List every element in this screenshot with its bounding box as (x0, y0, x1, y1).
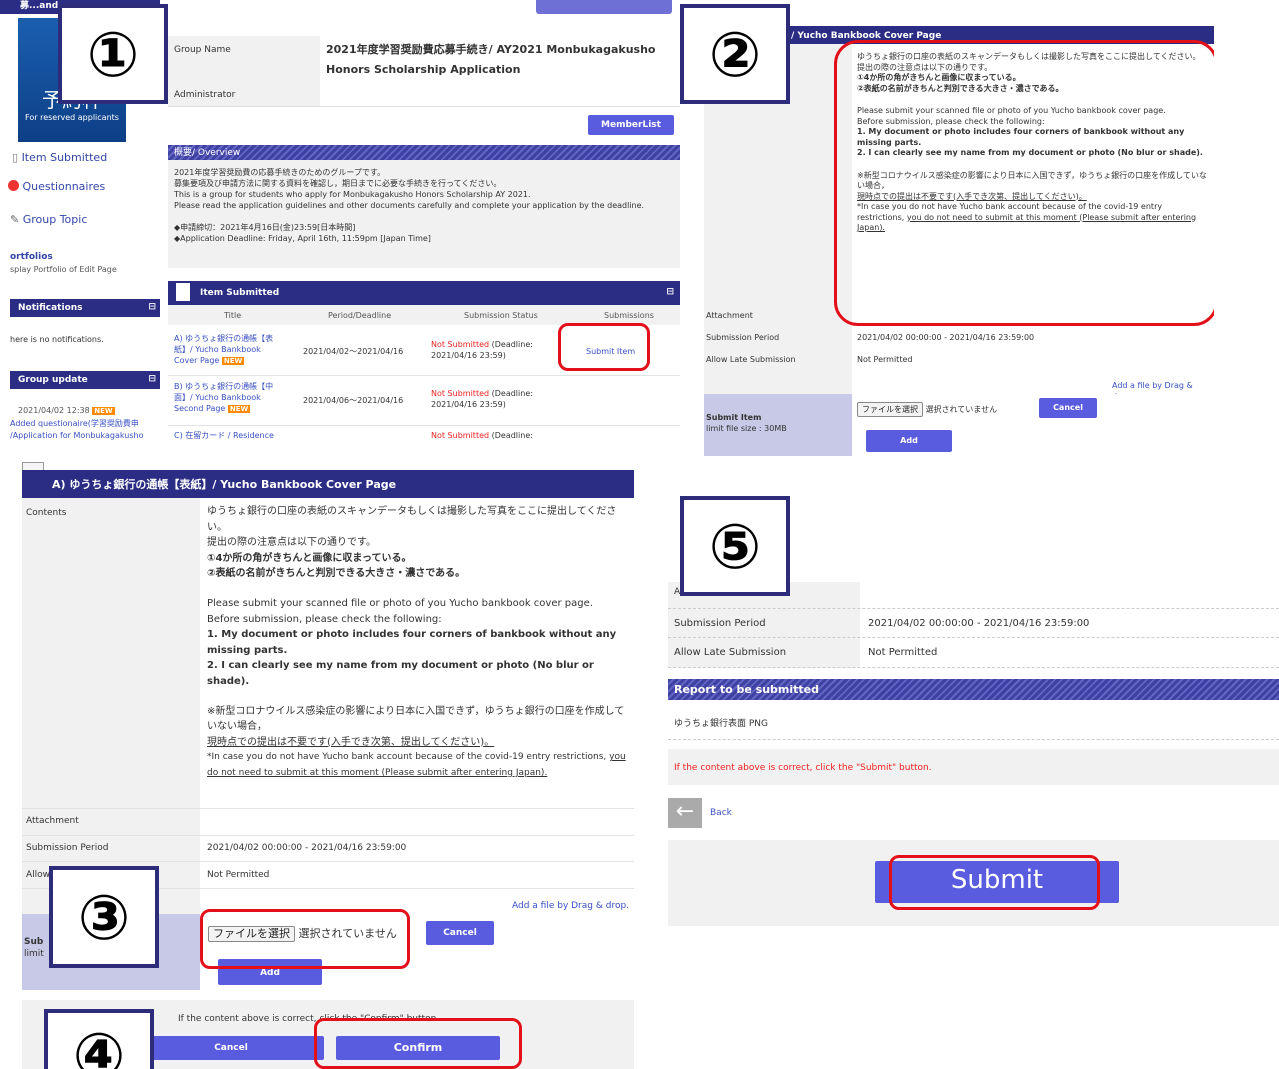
group-update-link[interactable]: Added questionaire(学習奨励費申 (10, 418, 139, 429)
questionnaire-icon (8, 180, 19, 191)
period: 2021/04/06～2021/04/16 (303, 396, 404, 405)
table-row: B) ゆうちょ銀行の通帳【中 面】/ Yucho Bankbook Second P… (168, 376, 680, 426)
period-label: Submission Period (26, 843, 109, 853)
back-arrow-icon[interactable]: ← (668, 798, 702, 828)
submit-label: Submit Item limit file size : 30MB (706, 413, 787, 433)
sidebar-item-submitted[interactable]: ▯ Item Submitted (12, 150, 107, 165)
new-badge: NEW (221, 357, 245, 365)
cancel-bottom-button[interactable]: Cancel (138, 1036, 324, 1060)
contents-label: Contents (26, 508, 67, 518)
panel-group-page: 募...and 2 奨 Monbu Schol 予約枠 For reserved… (0, 0, 684, 442)
sidebar-group-topic[interactable]: ✎ Group Topic (10, 212, 87, 227)
highlight-file-input (200, 909, 410, 969)
status: Not Submitted (Deadline: 2021/04/16 23:59… (431, 340, 533, 360)
late-label: Allow Late Submission (674, 647, 787, 658)
collapse-icon[interactable]: ⊟ (148, 301, 156, 313)
submit-label: Sub limit (24, 937, 44, 959)
late-label: Allow Late Submission (706, 355, 796, 364)
group-name-label-cell: Group Name (168, 36, 320, 84)
table-row: C) 在留カード / Residence Not Submitted (Dead… (168, 426, 680, 442)
late-value: Not Permitted (868, 647, 938, 658)
sidebar-questionnaires[interactable]: Questionnaires (8, 179, 105, 194)
items-header: Item Submitted ⊟ (168, 281, 680, 305)
late-value: Not Permitted (207, 870, 270, 880)
period-value: 2021/04/02 00:00:00 - 2021/04/16 23:59:0… (207, 843, 407, 853)
overview-header: 概要/ Overview (168, 145, 680, 160)
document-icon (176, 283, 190, 301)
step-2-badge: ② (680, 4, 790, 104)
notifications-body: here is no notifications. (10, 335, 104, 344)
cancel-button[interactable]: Cancel (426, 921, 494, 945)
attachment-label: Attachment (26, 816, 79, 826)
panel-item-detail: 銀行の通帳【表紙】/ Yucho Bankbook Cover Page ゆうち… (680, 0, 1214, 472)
item-title-link[interactable]: C) 在留カード / Residence (174, 430, 274, 441)
period-value: 2021/04/02 00:00:00 - 2021/04/16 23:59:0… (868, 618, 1090, 629)
highlight-confirm (314, 1018, 522, 1069)
add-button[interactable]: Add (866, 430, 952, 452)
overview-body: 2021年度学習奨励費の応募手続きのためのグループです。 募集要項及び申請方法に関… (168, 160, 680, 268)
group-update-link-2[interactable]: /Application for Monbukagakusho (10, 430, 143, 441)
item-title-bar: A) ゆうちょ銀行の通帳【表紙】/ Yucho Bankbook Cover P… (22, 470, 634, 498)
step-5-badge: ⑤ (680, 496, 790, 596)
new-badge: NEW (92, 407, 115, 415)
portfolios-link[interactable]: ortfolios (10, 251, 53, 263)
status: Not Submitted (Deadline: (431, 431, 533, 440)
late-label: Allow (26, 870, 51, 880)
item-title-link[interactable]: B) ゆうちょ銀行の通帳【中 面】/ Yucho Bankbook Second P… (174, 381, 273, 415)
period-label: Submission Period (706, 333, 780, 342)
contents-block: ゆうちょ銀行の口座の表紙のスキャンデータもしくは撮影した写真をここに提出してくだ… (207, 506, 626, 778)
items-columns: Title Period/Deadline Submission Status … (168, 305, 680, 325)
file-name: ゆうちょ銀行表面 PNG (674, 719, 768, 729)
status: Not Submitted (Deadline: 2021/04/16 23:59… (431, 389, 533, 409)
item-title-link[interactable]: A) ゆうちょ銀行の通帳【表 紙】/ Yucho Bankbook Cover Pa… (174, 333, 273, 367)
cancel-button[interactable]: Cancel (1039, 398, 1097, 418)
new-badge: NEW (227, 405, 251, 413)
submit-note: If the content above is correct, click t… (674, 763, 932, 773)
member-list-button[interactable]: MemberList (588, 115, 674, 135)
collapse-icon[interactable]: ⊟ (148, 373, 156, 385)
choose-file-button[interactable]: ファイルを選択 (857, 402, 923, 417)
highlight-submit-item (558, 323, 650, 371)
highlight-submit (889, 855, 1100, 910)
group-update-header: Group update ⊟ (10, 371, 160, 389)
panel-submit-form: A) ゆうちょ銀行の通帳【表紙】/ Yucho Bankbook Cover P… (22, 456, 642, 1069)
document-icon: ▯ (12, 151, 19, 164)
collapse-icon[interactable]: ⊟ (666, 286, 674, 298)
highlight-contents (834, 40, 1214, 326)
group-name: 2021年度学習奨励費応募手続き/ AY2021 Monbukagakusho … (326, 43, 656, 76)
report-header: Report to be submitted (668, 679, 1279, 700)
admin-label-cell: Administrator (168, 84, 320, 106)
period-value: 2021/04/02 00:00:00 - 2021/04/16 23:59:0… (857, 333, 1035, 342)
late-value: Not Permitted (857, 355, 913, 364)
file-input[interactable]: ファイルを選択 選択されていません (857, 402, 997, 417)
step-1-badge: ① (58, 4, 168, 104)
notifications-header: Notifications ⊟ (10, 299, 160, 317)
back-link[interactable]: Back (710, 807, 732, 819)
top-tab (536, 0, 672, 14)
attachment-label: Attachment (706, 311, 753, 320)
drag-drop-link[interactable]: Add a file by Drag & drop. (512, 900, 629, 912)
group-update-date: 2021/04/02 12:38 NEW (18, 406, 115, 415)
pencil-icon: ✎ (10, 213, 20, 226)
step-3-badge: ③ (49, 866, 159, 968)
portfolios-sub: splay Portfolio of Edit Page (10, 265, 117, 274)
period-label: Submission Period (674, 618, 766, 629)
panel-confirm-submit: A Submission Period 2021/04/02 00:00:00 … (668, 486, 1279, 926)
step-4-badge: ④ (44, 1009, 154, 1069)
period: 2021/04/02～2021/04/16 (303, 347, 404, 356)
